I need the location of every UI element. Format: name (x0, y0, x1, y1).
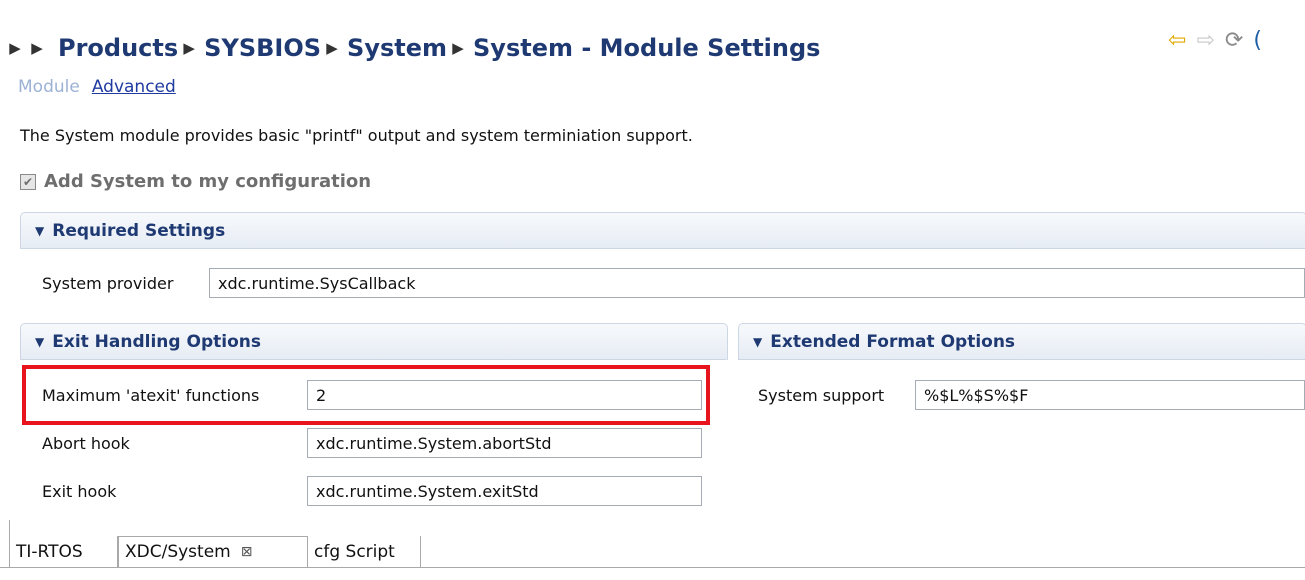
help-icon[interactable]: ( (1253, 30, 1262, 52)
tab-advanced[interactable]: Advanced (92, 77, 176, 97)
bottom-tab-baseline (0, 567, 1305, 568)
breadcrumb: ▶ ▶ Products ▶ SYSBIOS ▶ System ▶ System… (0, 28, 820, 68)
extended-format-divider (738, 359, 1305, 360)
forward-arrow-icon[interactable]: ⇨ (1196, 30, 1214, 52)
navigation-toolbar: ⇦ ⇨ ⟳ ( (1168, 30, 1262, 52)
breadcrumb-arrow-icon: ▶ (452, 39, 464, 57)
exit-hook-label: Exit hook (42, 482, 117, 501)
required-settings-title: Required Settings (52, 221, 226, 241)
tab-cfg-script[interactable]: cfg Script (308, 536, 421, 568)
breadcrumb-arrow-icon: ▶ (9, 39, 21, 57)
abort-hook-label: Abort hook (42, 434, 130, 453)
add-to-config-checkbox[interactable]: ✔ (20, 173, 36, 190)
tab-module[interactable]: Module (18, 77, 80, 97)
system-support-field[interactable]: %$L%$S%$F (915, 380, 1305, 410)
required-settings-header[interactable]: ▼ Required Settings (20, 212, 1305, 249)
tab-cfg-script-label: cfg Script (314, 542, 395, 562)
breadcrumb-products[interactable]: Products (58, 34, 178, 62)
back-arrow-icon[interactable]: ⇦ (1168, 30, 1186, 52)
breadcrumb-arrow-icon: ▶ (31, 39, 43, 57)
breadcrumb-arrow-icon: ▶ (326, 39, 338, 57)
refresh-icon[interactable]: ⟳ (1225, 30, 1243, 52)
extended-format-header[interactable]: ▼ Extended Format Options (738, 323, 1305, 360)
abort-hook-field[interactable]: xdc.runtime.System.abortStd (307, 428, 702, 458)
close-icon[interactable]: ⊠ (241, 544, 253, 560)
tab-xdc-system-label: XDC/System (125, 542, 231, 562)
max-atexit-label: Maximum 'atexit' functions (42, 386, 260, 405)
tab-xdc-system[interactable]: XDC/System ⊠ (118, 536, 308, 568)
breadcrumb-system[interactable]: System (347, 34, 447, 62)
page-title: System - Module Settings (473, 34, 821, 62)
module-description: The System module provides basic "printf… (20, 126, 693, 145)
exit-hook-field[interactable]: xdc.runtime.System.exitStd (307, 476, 702, 506)
required-settings-divider (20, 248, 1305, 249)
system-provider-label: System provider (42, 274, 174, 293)
system-support-label: System support (758, 386, 885, 405)
collapse-triangle-icon: ▼ (35, 224, 45, 238)
system-provider-field[interactable]: xdc.runtime.SysCallback (209, 268, 1305, 298)
tab-ti-rtos-label: TI-RTOS (16, 542, 83, 562)
extended-format-title: Extended Format Options (770, 332, 1016, 352)
breadcrumb-arrow-icon: ▶ (183, 39, 195, 57)
add-to-config-label: Add System to my configuration (44, 171, 372, 192)
tab-ti-rtos[interactable]: TI-RTOS (10, 536, 118, 568)
exit-handling-divider (20, 359, 726, 360)
collapse-triangle-icon: ▼ (753, 335, 763, 349)
collapse-triangle-icon: ▼ (35, 335, 45, 349)
max-atexit-field[interactable]: 2 (307, 380, 702, 410)
exit-handling-title: Exit Handling Options (52, 332, 261, 352)
exit-handling-header[interactable]: ▼ Exit Handling Options (20, 323, 728, 360)
add-to-config-row: ✔ Add System to my configuration (20, 171, 371, 192)
page-tabs: Module Advanced (18, 77, 176, 97)
breadcrumb-sysbios[interactable]: SYSBIOS (204, 34, 321, 62)
